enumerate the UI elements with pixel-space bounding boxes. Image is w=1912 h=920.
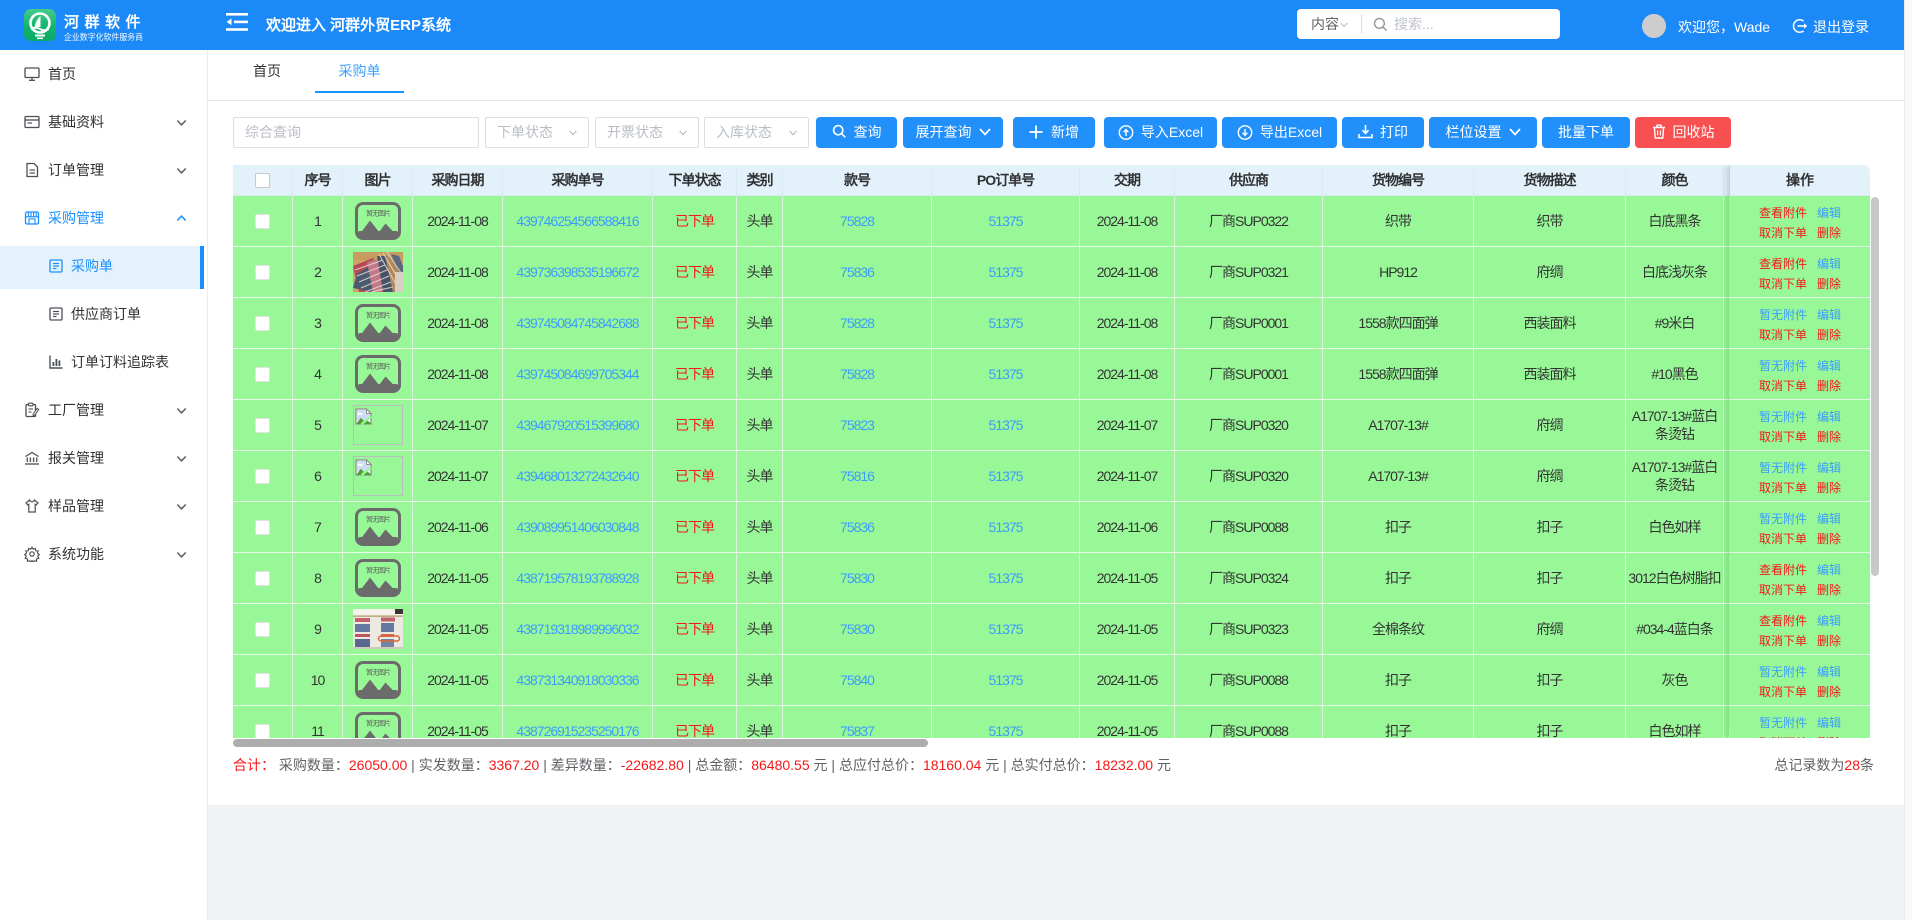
svg-text:暂无图片: 暂无图片 [366, 668, 391, 677]
svg-text:暂无图片: 暂无图片 [366, 311, 391, 320]
svg-text:暂无图片: 暂无图片 [366, 515, 391, 524]
svg-text:暂无图片: 暂无图片 [366, 362, 391, 371]
svg-text:暂无图片: 暂无图片 [366, 566, 391, 575]
svg-text:暂无图片: 暂无图片 [366, 719, 391, 728]
svg-text:暂无图片: 暂无图片 [366, 209, 391, 218]
